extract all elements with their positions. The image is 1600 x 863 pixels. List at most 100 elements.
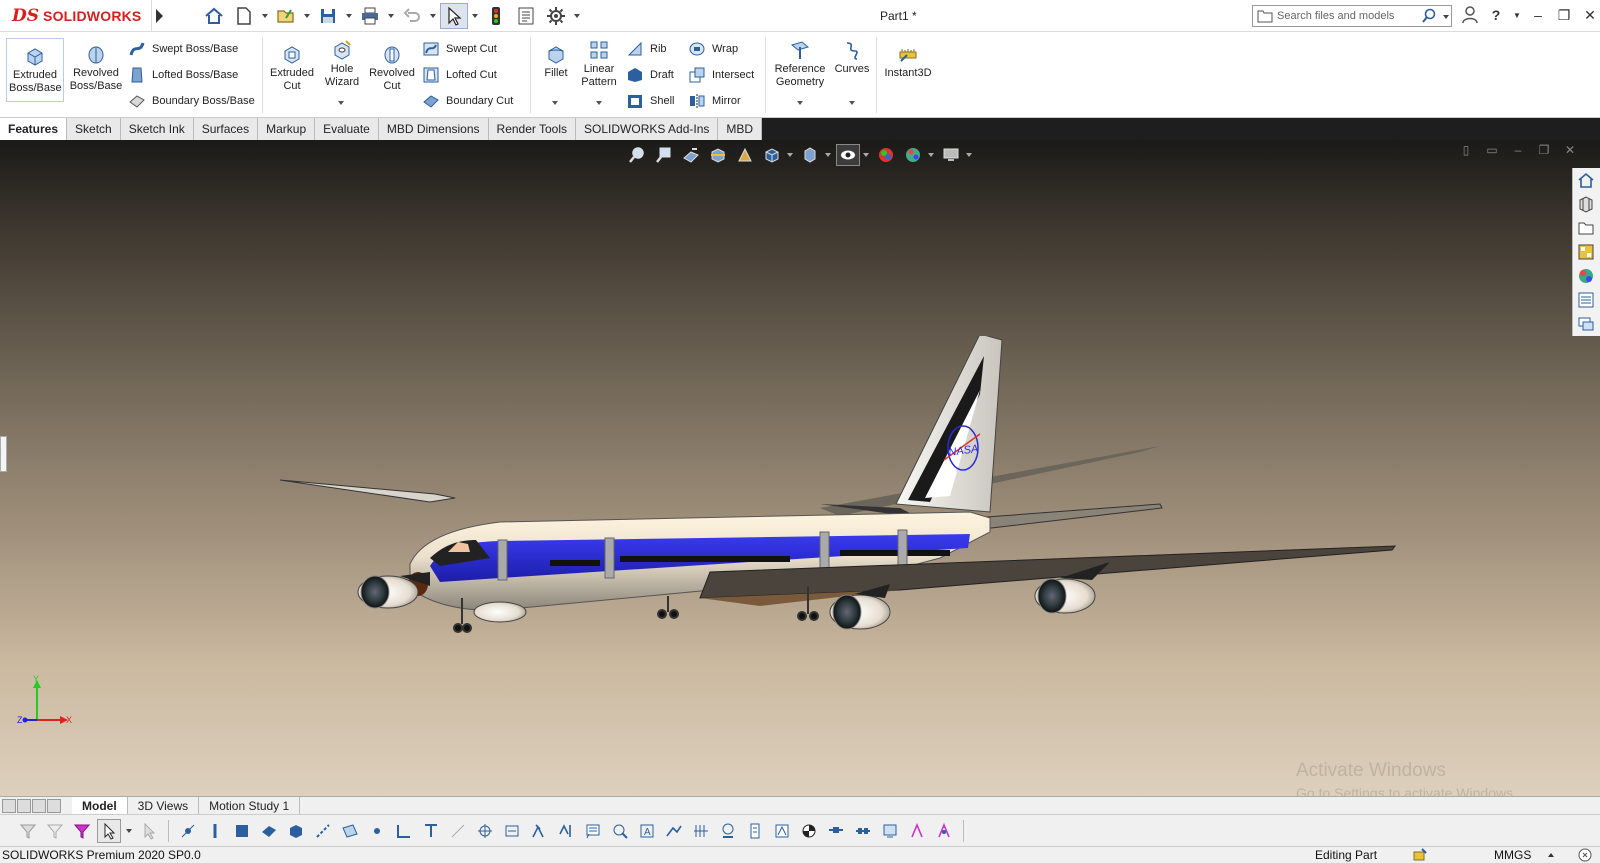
viewport-minimize-icon[interactable]: – — [1510, 142, 1526, 158]
filter-solid-bodies-icon[interactable] — [284, 819, 308, 843]
filter-icon[interactable] — [16, 819, 40, 843]
filter-dowel-pin-symbols-icon[interactable] — [743, 819, 767, 843]
filter-centerline-icon[interactable] — [473, 819, 497, 843]
zoom-to-fit-icon[interactable] — [625, 144, 649, 166]
rebuild-traffic-light-icon[interactable] — [482, 3, 510, 29]
tab-features[interactable]: Features — [0, 118, 68, 140]
curves-button[interactable]: Curves — [832, 33, 872, 76]
quick-tips-icon[interactable] — [1578, 848, 1592, 862]
fillet-dropdown[interactable] — [552, 101, 558, 105]
filter-routing-points-icon[interactable] — [824, 819, 848, 843]
appearances-scenes-icon[interactable] — [1573, 264, 1599, 288]
scroll-prev-tab-button[interactable] — [17, 798, 31, 813]
previous-view-icon[interactable] — [679, 144, 703, 166]
search-dropdown[interactable] — [1443, 15, 1449, 19]
select-other-icon[interactable] — [137, 819, 161, 843]
swept-cut-button[interactable]: Swept Cut — [422, 39, 497, 59]
solidworks-resources-home-icon[interactable] — [1573, 168, 1599, 192]
bottom-tab-motion-study-1[interactable]: Motion Study 1 — [199, 796, 301, 815]
fillet-button[interactable]: Fillet — [536, 37, 576, 80]
revolved-cut-button[interactable]: Revolved Cut — [366, 37, 418, 93]
filter-connection-points-icon[interactable] — [770, 819, 794, 843]
select-pointer-icon[interactable] — [440, 2, 468, 29]
restore-icon[interactable]: ❐ — [1554, 4, 1574, 26]
feature-manager-collapse-handle[interactable] — [0, 436, 7, 472]
aircraft-3d-model[interactable]: NASA — [280, 336, 1430, 656]
scroll-first-tab-button[interactable] — [2, 798, 16, 813]
scroll-next-tab-button[interactable] — [32, 798, 46, 813]
solidworks-forum-icon[interactable] — [1573, 312, 1599, 336]
viewport-close-icon[interactable]: ✕ — [1562, 142, 1578, 158]
bottom-tab-model[interactable]: Model — [72, 796, 128, 815]
display-style-dropdown[interactable] — [825, 144, 833, 166]
filter-weld-symbols-icon[interactable]: A — [635, 819, 659, 843]
linear-pattern-button[interactable]: Linear Pattern — [576, 33, 622, 89]
filter-notes-icon[interactable] — [581, 819, 605, 843]
filter-blocks-icon[interactable] — [716, 819, 740, 843]
filter-sketch-points-icon[interactable] — [365, 819, 389, 843]
shell-button[interactable]: Shell — [626, 91, 674, 111]
scroll-last-tab-button[interactable] — [47, 798, 61, 813]
mirror-button[interactable]: Mirror — [688, 91, 741, 111]
design-library-icon[interactable] — [1573, 192, 1599, 216]
undo-dropdown[interactable] — [428, 3, 438, 29]
home-icon[interactable] — [200, 3, 228, 29]
toggle-selection-filters-icon[interactable] — [70, 819, 94, 843]
graphics-area[interactable]: ▯ ▭ – ❐ ✕ NASA Y X Z Activate Windows Go… — [0, 140, 1600, 796]
open-dropdown[interactable] — [302, 3, 312, 29]
hide-show-items-icon[interactable] — [836, 144, 860, 166]
tile-view-icon[interactable]: ▭ — [1484, 142, 1500, 158]
draft-button[interactable]: Draft — [626, 65, 674, 85]
custom-properties-icon[interactable] — [1573, 288, 1599, 312]
save-dropdown[interactable] — [344, 3, 354, 29]
undo-icon[interactable] — [398, 3, 426, 29]
unit-system-selector[interactable]: MMGS — [1494, 848, 1531, 862]
search-input[interactable]: Search files and models — [1252, 5, 1452, 27]
wrap-button[interactable]: Wrap — [688, 39, 738, 59]
filter-surface-finish-icon[interactable] — [527, 819, 551, 843]
tab-markup[interactable]: Markup — [258, 118, 316, 140]
file-explorer-icon[interactable] — [1573, 216, 1599, 240]
filter-sketch-segments-icon[interactable] — [392, 819, 416, 843]
new-document-icon[interactable] — [230, 3, 258, 29]
new-dropdown[interactable] — [260, 3, 270, 29]
open-folder-icon[interactable] — [272, 3, 300, 29]
viewport-restore-icon[interactable]: ❐ — [1536, 142, 1552, 158]
boundary-cut-button[interactable]: Boundary Cut — [422, 91, 513, 111]
view-orientation-icon[interactable] — [760, 144, 784, 166]
split-view-icon[interactable]: ▯ — [1458, 142, 1474, 158]
tab-mbd-dimensions[interactable]: MBD Dimensions — [378, 118, 489, 140]
lofted-cut-button[interactable]: Lofted Cut — [422, 65, 497, 85]
filter-center-marks-icon[interactable] — [446, 819, 470, 843]
tab-sketch[interactable]: Sketch — [67, 118, 121, 140]
bottom-tab-3d-views[interactable]: 3D Views — [128, 796, 200, 815]
tab-surfaces[interactable]: Surfaces — [193, 118, 259, 140]
lofted-boss-button[interactable]: Lofted Boss/Base — [128, 65, 238, 85]
linear-pattern-dropdown[interactable] — [596, 101, 602, 105]
filter-vertices-icon[interactable] — [176, 819, 200, 843]
filter-sketch-text-icon[interactable] — [905, 819, 929, 843]
filter-edges-icon[interactable] — [203, 819, 227, 843]
tab-render-tools[interactable]: Render Tools — [488, 118, 577, 140]
filter-annotation-views-icon[interactable] — [878, 819, 902, 843]
tab-mbd[interactable]: MBD — [718, 118, 763, 140]
filter-axes-icon[interactable] — [311, 819, 335, 843]
menu-expand-arrow-icon[interactable] — [152, 0, 166, 32]
tab-sketch-ink[interactable]: Sketch Ink — [120, 118, 194, 140]
reference-geometry-dropdown[interactable] — [797, 101, 803, 105]
close-icon[interactable]: ✕ — [1580, 4, 1600, 26]
tab-solidworks-add-ins[interactable]: SOLIDWORKS Add-Ins — [576, 118, 719, 140]
view-orientation-dropdown[interactable] — [787, 144, 795, 166]
view-palette-icon[interactable] — [1573, 240, 1599, 264]
minimize-icon[interactable]: – — [1528, 4, 1548, 26]
filter-center-of-mass-icon[interactable] — [797, 819, 821, 843]
intersect-button[interactable]: Intersect — [688, 65, 754, 85]
save-icon[interactable] — [314, 3, 342, 29]
reference-geometry-button[interactable]: Reference Geometry — [770, 33, 830, 89]
clear-filters-icon[interactable] — [43, 819, 67, 843]
filter-surface-bodies-icon[interactable] — [257, 819, 281, 843]
swept-boss-button[interactable]: Swept Boss/Base — [128, 39, 238, 59]
hole-wizard-dropdown[interactable] — [338, 101, 344, 105]
print-icon[interactable] — [356, 3, 384, 29]
filter-datum-targets-icon[interactable] — [662, 819, 686, 843]
